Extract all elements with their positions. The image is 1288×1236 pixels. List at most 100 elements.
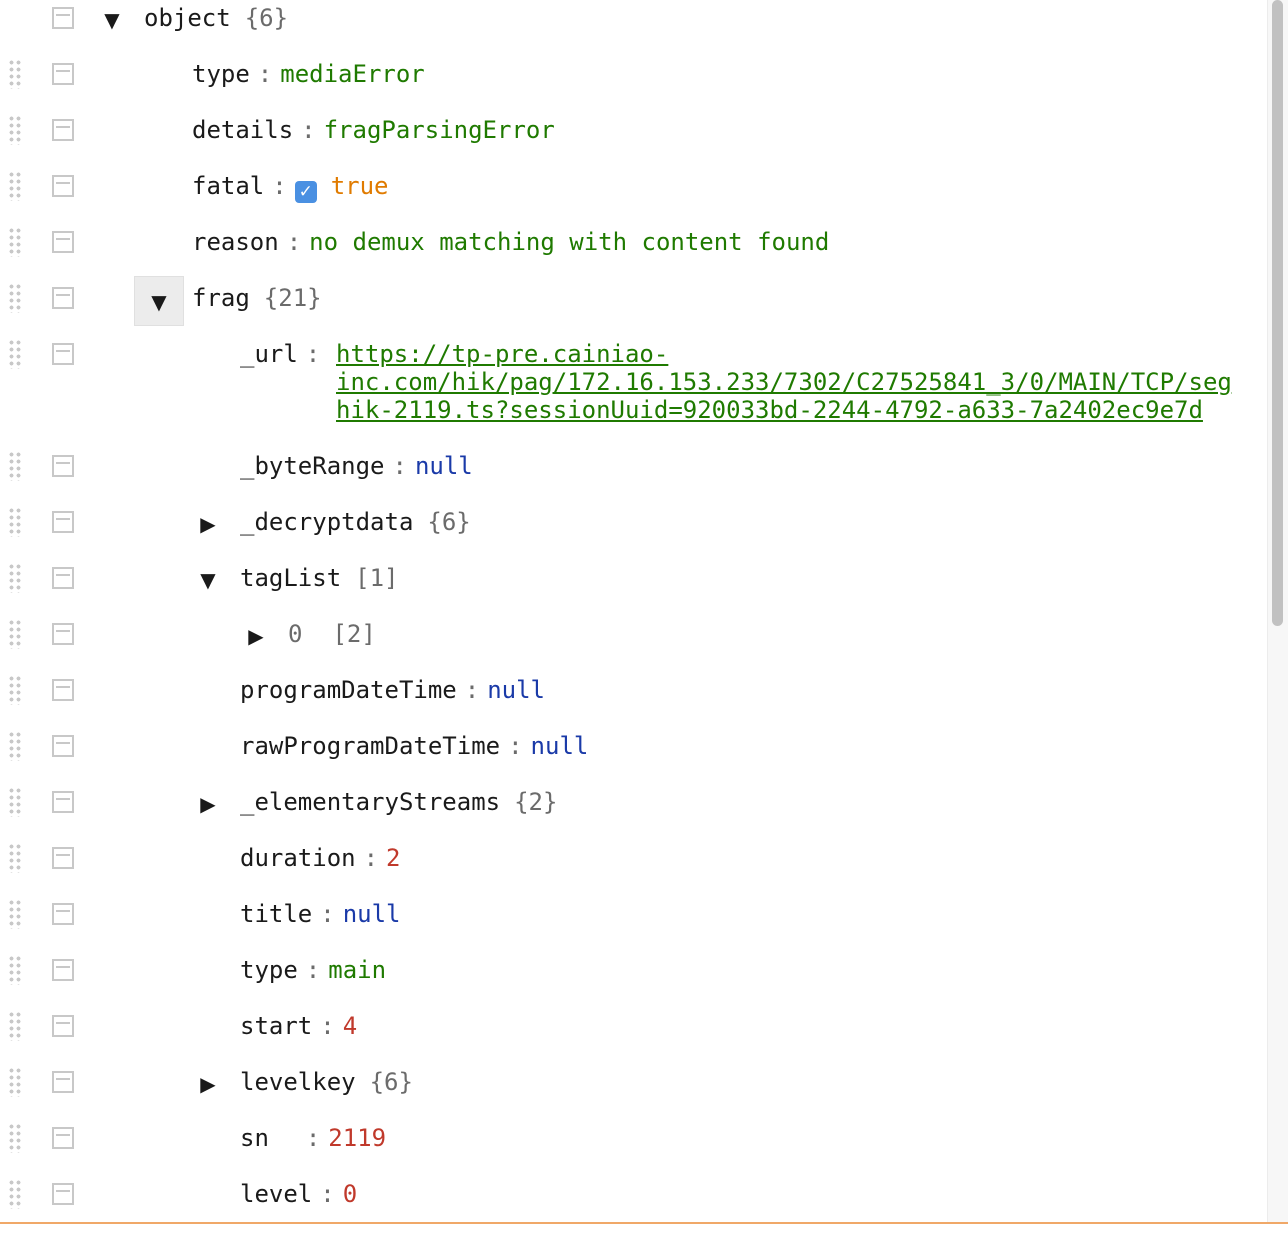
boolean-checkbox[interactable]: ✓ bbox=[294, 181, 317, 203]
field-key[interactable]: duration bbox=[240, 844, 356, 872]
drag-handle-icon[interactable] bbox=[8, 563, 22, 593]
field-value[interactable]: null bbox=[415, 452, 473, 480]
field-key[interactable]: start bbox=[240, 1012, 312, 1040]
context-menu-icon[interactable] bbox=[52, 791, 74, 813]
context-menu-icon[interactable] bbox=[52, 455, 74, 477]
drag-handle-icon[interactable] bbox=[8, 1067, 22, 1097]
field-value[interactable]: 4 bbox=[343, 1012, 357, 1040]
tree-row: _url: https://tp-pre.cainiao-inc.com/hik/… bbox=[0, 339, 1268, 452]
drag-handle-icon[interactable] bbox=[8, 451, 22, 481]
context-menu-icon[interactable] bbox=[52, 63, 74, 85]
context-menu-icon[interactable] bbox=[52, 847, 74, 869]
field-key[interactable]: rawProgramDateTime bbox=[240, 732, 500, 760]
field-value[interactable]: no demux matching with content found bbox=[309, 228, 829, 256]
field-value[interactable]: 2 bbox=[386, 844, 400, 872]
context-menu-icon[interactable] bbox=[52, 7, 74, 29]
field-key[interactable]: object bbox=[144, 4, 231, 32]
tree-node-content: frag {21} bbox=[192, 284, 322, 312]
field-value[interactable]: null bbox=[531, 732, 589, 760]
context-menu-icon[interactable] bbox=[52, 679, 74, 701]
drag-handle-icon[interactable] bbox=[8, 283, 22, 313]
vertical-scrollbar[interactable] bbox=[1267, 0, 1288, 1224]
key-value-separator: : bbox=[363, 844, 379, 872]
field-key[interactable]: programDateTime bbox=[240, 676, 457, 704]
drag-handle-icon[interactable] bbox=[8, 955, 22, 985]
tree-row: rawProgramDateTime: null bbox=[0, 731, 1268, 788]
context-menu-icon[interactable] bbox=[52, 175, 74, 197]
field-value[interactable]: fragParsingError bbox=[324, 116, 555, 144]
collapse-toggle-icon[interactable]: ▶ bbox=[244, 624, 268, 648]
field-key[interactable]: type bbox=[192, 60, 250, 88]
context-menu-icon[interactable] bbox=[52, 1127, 74, 1149]
collapse-toggle-icon[interactable]: ▶ bbox=[196, 792, 220, 816]
field-key[interactable]: fatal bbox=[192, 172, 264, 200]
tree-row: type: main bbox=[0, 955, 1268, 1012]
drag-handle-icon[interactable] bbox=[8, 899, 22, 929]
scrollbar-thumb[interactable] bbox=[1272, 0, 1283, 626]
drag-handle-icon[interactable] bbox=[8, 171, 22, 201]
field-value[interactable]: null bbox=[343, 900, 401, 928]
drag-handle-icon[interactable] bbox=[8, 507, 22, 537]
expand-toggle-icon[interactable]: ▼ bbox=[196, 568, 220, 592]
drag-handle-icon[interactable] bbox=[8, 1123, 22, 1153]
context-menu-icon[interactable] bbox=[52, 1183, 74, 1205]
field-key[interactable]: _byteRange bbox=[240, 452, 385, 480]
context-menu-icon[interactable] bbox=[52, 735, 74, 757]
context-menu-icon[interactable] bbox=[52, 343, 74, 365]
field-value[interactable]: 0 bbox=[343, 1180, 357, 1208]
drag-handle-icon[interactable] bbox=[8, 1011, 22, 1041]
context-menu-icon[interactable] bbox=[52, 119, 74, 141]
context-menu-icon[interactable] bbox=[52, 231, 74, 253]
context-menu-icon[interactable] bbox=[52, 623, 74, 645]
field-key[interactable]: levelkey bbox=[240, 1068, 356, 1096]
field-key[interactable]: type bbox=[240, 956, 298, 984]
tree-row: type: mediaError bbox=[0, 59, 1268, 116]
field-value[interactable]: null bbox=[487, 676, 545, 704]
drag-handle-icon[interactable] bbox=[8, 115, 22, 145]
field-key[interactable]: _elementaryStreams bbox=[240, 788, 500, 816]
tree-row: ▶ _decryptdata {6} bbox=[0, 507, 1268, 564]
field-key[interactable]: 0 bbox=[288, 620, 302, 648]
drag-handle-icon[interactable] bbox=[8, 227, 22, 257]
field-value[interactable]: mediaError bbox=[280, 60, 425, 88]
key-value-separator: : bbox=[305, 956, 321, 984]
field-key[interactable]: tagList bbox=[240, 564, 341, 592]
url-value-link[interactable]: hik-2119.ts?sessionUuid=920033bd-2244-47… bbox=[336, 396, 1203, 424]
drag-handle-icon[interactable] bbox=[8, 843, 22, 873]
context-menu-icon[interactable] bbox=[52, 1015, 74, 1037]
tree-node-content: level:0 bbox=[240, 1180, 357, 1208]
tree-node-content: rawProgramDateTime: null bbox=[240, 732, 588, 760]
context-menu-icon[interactable] bbox=[52, 511, 74, 533]
field-value[interactable]: 2119 bbox=[328, 1124, 386, 1152]
field-value[interactable]: main bbox=[328, 956, 386, 984]
drag-handle-icon[interactable] bbox=[8, 731, 22, 761]
field-key[interactable]: reason bbox=[192, 228, 279, 256]
url-value-link[interactable]: https://tp-pre.cainiao- bbox=[336, 340, 668, 368]
context-menu-icon[interactable] bbox=[52, 1071, 74, 1093]
drag-handle-icon[interactable] bbox=[8, 339, 22, 369]
field-value[interactable]: true bbox=[331, 172, 389, 200]
collapse-toggle-icon[interactable]: ▶ bbox=[196, 512, 220, 536]
url-value-link[interactable]: inc.com/hik/pag/172.16.153.233/7302/C275… bbox=[336, 368, 1232, 396]
field-key[interactable]: _url bbox=[240, 340, 298, 368]
drag-handle-icon[interactable] bbox=[8, 59, 22, 89]
collapse-toggle-icon[interactable]: ▶ bbox=[196, 1072, 220, 1096]
drag-handle-icon[interactable] bbox=[8, 787, 22, 817]
field-key[interactable]: level bbox=[240, 1180, 312, 1208]
drag-handle-icon[interactable] bbox=[8, 675, 22, 705]
context-menu-icon[interactable] bbox=[52, 567, 74, 589]
key-value-separator: : bbox=[286, 228, 302, 256]
field-key[interactable]: _decryptdata bbox=[240, 508, 413, 536]
expand-toggle-icon[interactable]: ▼ bbox=[100, 8, 124, 32]
context-menu-icon[interactable] bbox=[52, 903, 74, 925]
drag-handle-icon[interactable] bbox=[8, 619, 22, 649]
drag-handle-icon[interactable] bbox=[8, 1179, 22, 1209]
context-menu-icon[interactable] bbox=[52, 959, 74, 981]
tree-row: sn :2119 bbox=[0, 1123, 1268, 1180]
context-menu-icon[interactable] bbox=[52, 287, 74, 309]
field-key[interactable]: details bbox=[192, 116, 293, 144]
field-key[interactable]: sn bbox=[240, 1124, 269, 1152]
field-key[interactable]: title bbox=[240, 900, 312, 928]
expand-toggle-icon[interactable]: ▼ bbox=[134, 276, 184, 326]
field-key[interactable]: frag bbox=[192, 284, 250, 312]
